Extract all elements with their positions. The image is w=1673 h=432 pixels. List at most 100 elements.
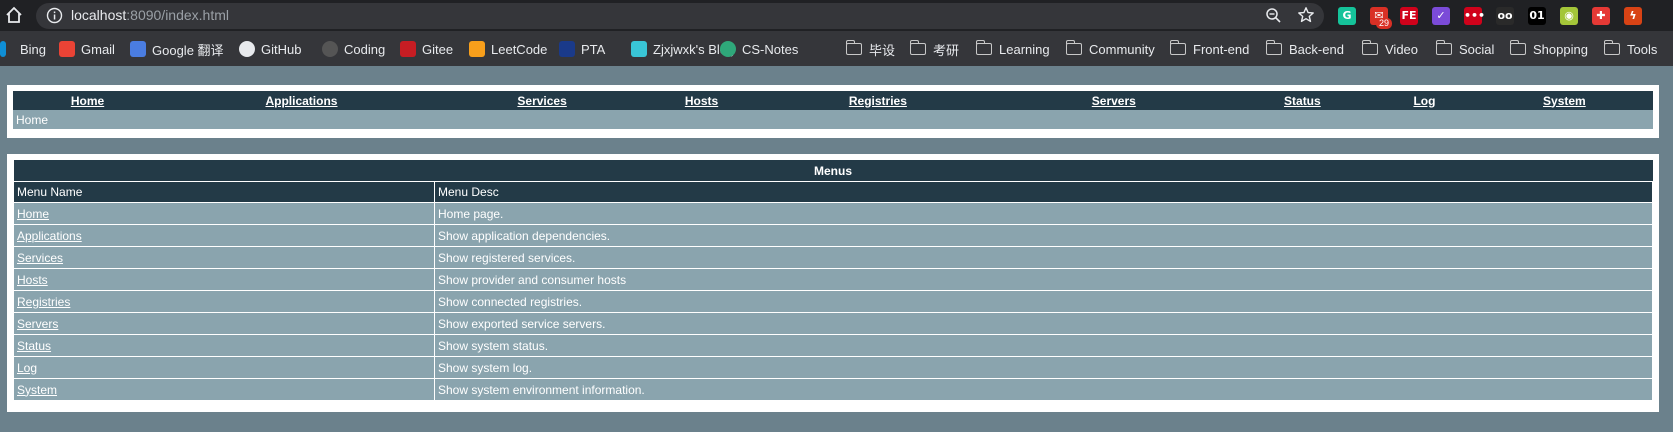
dots-extension-icon[interactable]: ••• (1464, 7, 1485, 25)
bookmark-back-end[interactable]: Back-end (1265, 40, 1344, 58)
menu-name-cell: Registries (13, 290, 435, 313)
bookmark-star-icon[interactable] (1297, 6, 1315, 24)
menu-link-hosts[interactable]: Hosts (17, 273, 48, 287)
folder-icon (1509, 40, 1526, 55)
menu-link-home[interactable]: Home (17, 207, 49, 221)
nav-link-servers[interactable]: Servers (1092, 94, 1136, 108)
binary-extension-icon[interactable]: 01 (1528, 7, 1546, 25)
folder-icon (1169, 40, 1186, 55)
pta-icon (559, 41, 575, 57)
bookmark-coding[interactable]: Coding (322, 40, 385, 58)
menu-link-services[interactable]: Services (17, 251, 63, 265)
bookmark-social[interactable]: Social (1435, 40, 1494, 58)
grammarly-extension-icon[interactable]: G (1338, 7, 1356, 25)
bookmark-github[interactable]: GitHub (239, 40, 301, 58)
menu-desc-cell: Show system log. (434, 356, 1653, 379)
bookmark-leetcode[interactable]: LeetCode (469, 40, 547, 58)
home-icon[interactable] (4, 5, 24, 25)
bookmark-shopping[interactable]: Shopping (1509, 40, 1588, 58)
nav-cell-system: System (1475, 91, 1653, 110)
bookmark-gmail[interactable]: Gmail (59, 40, 115, 58)
bookmark-label: CS-Notes (742, 41, 799, 57)
gift-extension-icon[interactable]: ✚ (1592, 7, 1610, 25)
menu-name-cell: Log (13, 356, 435, 379)
bookmark-video[interactable]: Video (1361, 40, 1419, 58)
bookmark-label: PTA (581, 41, 606, 57)
fire-extension-icon[interactable]: ϟ (1624, 7, 1642, 25)
menu-name-cell: Applications (13, 224, 435, 247)
info-icon[interactable] (46, 7, 63, 24)
bookmark-label: 考研 (933, 42, 960, 58)
folder-icon (1065, 40, 1082, 55)
menu-link-applications[interactable]: Applications (17, 229, 82, 243)
breadcrumb: Home (13, 110, 1653, 129)
nav-bar: Home Applications Services Hosts Registries S… (13, 91, 1653, 110)
menu-name-cell: System (13, 378, 435, 401)
google-translate-icon (130, 41, 146, 57)
table-row: System Show system environment informatio… (13, 378, 1653, 401)
bookmark-label: Back-end (1289, 41, 1344, 57)
folder-icon (845, 40, 862, 55)
bookmark-label: Bing (20, 41, 47, 57)
bookmark-community[interactable]: Community (1065, 40, 1155, 58)
android-extension-icon[interactable]: ◉ (1560, 7, 1578, 25)
nav-link-home[interactable]: Home (71, 94, 104, 108)
folder-icon (1435, 40, 1452, 55)
bookmark-cs-notes[interactable]: CS-Notes (720, 40, 798, 58)
menu-link-log[interactable]: Log (17, 361, 37, 375)
folder-icon (909, 40, 926, 55)
menu-name-cell: Services (13, 246, 435, 269)
fe-extension-icon[interactable]: FE (1400, 7, 1418, 25)
bookmark-pta[interactable]: PTA (559, 40, 605, 58)
nav-link-log[interactable]: Log (1413, 94, 1435, 108)
bookmark-google-翻译[interactable]: Google 翻译 (130, 40, 224, 58)
nav-cell-registries: Registries (759, 91, 996, 110)
table-row: Hosts Show provider and consumer hosts (13, 268, 1653, 291)
menus-title-row: Menus (13, 160, 1653, 182)
bookmark-zjxjwxk-s-blog[interactable]: Zjxjwxk's Blog (631, 40, 734, 58)
bookmark-front-end[interactable]: Front-end (1169, 40, 1249, 58)
menu-name-cell: Home (13, 202, 435, 225)
nav-link-system[interactable]: System (1543, 94, 1586, 108)
menu-desc-cell: Show system status. (434, 334, 1653, 357)
bookmark-label: GitHub (261, 41, 302, 57)
bookmark-bing[interactable]: Bing (0, 40, 46, 58)
bookmark-label: Coding (344, 41, 386, 57)
bookmark-learning[interactable]: Learning (975, 40, 1050, 58)
zoom-icon[interactable] (1265, 7, 1282, 24)
glasses-extension-icon[interactable]: oo (1496, 7, 1514, 25)
bookmark-label: Video (1385, 41, 1419, 57)
menu-desc-cell: Home page. (434, 202, 1653, 225)
url-text[interactable]: localhost:8090/index.html (71, 7, 229, 23)
bookmark-毕设[interactable]: 毕设 (845, 40, 895, 58)
github-icon (239, 41, 255, 57)
bookmark-gitee[interactable]: Gitee (400, 40, 453, 58)
menu-link-registries[interactable]: Registries (17, 295, 70, 309)
address-bar[interactable] (36, 3, 1324, 29)
bookmark-考研[interactable]: 考研 (909, 40, 960, 58)
nav-link-services[interactable]: Services (517, 94, 566, 108)
nav-panel: Home Applications Services Hosts Registries S… (7, 85, 1659, 138)
bing-icon (0, 41, 6, 57)
bookmark-label: Community (1089, 41, 1155, 57)
nav-cell-hosts: Hosts (643, 91, 760, 110)
bookmark-tools[interactable]: Tools (1603, 40, 1657, 58)
table-row: Status Show system status. (13, 334, 1653, 357)
folder-icon (1361, 40, 1378, 55)
nav-link-hosts[interactable]: Hosts (685, 94, 718, 108)
url-host: localhost (71, 7, 127, 23)
nav-link-applications[interactable]: Applications (265, 94, 337, 108)
check-extension-icon[interactable]: ✓ (1432, 7, 1450, 25)
nav-link-status[interactable]: Status (1284, 94, 1321, 108)
gmail-icon (59, 41, 75, 57)
leetcode-icon (469, 41, 485, 57)
menu-link-status[interactable]: Status (17, 339, 51, 353)
table-row: Registries Show connected registries. (13, 290, 1653, 313)
nav-link-registries[interactable]: Registries (849, 94, 907, 108)
table-row: Log Show system log. (13, 356, 1653, 379)
menu-link-servers[interactable]: Servers (17, 317, 58, 331)
coding-icon (322, 41, 338, 57)
menus-title: Menus (13, 160, 1653, 182)
column-header-menu-desc: Menu Desc (434, 181, 1653, 203)
menu-link-system[interactable]: System (17, 383, 57, 397)
